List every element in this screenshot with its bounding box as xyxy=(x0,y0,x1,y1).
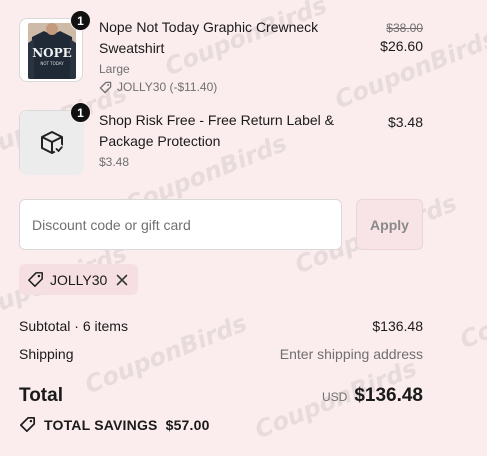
thumbnail-text: NOPE xyxy=(32,46,72,60)
item-price: $3.48 xyxy=(387,114,423,130)
subtotal-row: Subtotal · 6 items $136.48 xyxy=(19,318,423,334)
apply-button[interactable]: Apply xyxy=(356,199,423,250)
total-price: USD $136.48 xyxy=(322,385,423,407)
item-title: Nope Not Today Graphic Crewneck Sweatshi… xyxy=(99,19,319,56)
savings-value: $57.00 xyxy=(165,416,210,433)
line-item: NOPE NOT TODAY 1 Nope Not Today Graphic … xyxy=(19,10,423,94)
product-thumbnail: NOPE NOT TODAY 1 xyxy=(19,10,91,82)
shipping-label: Shipping xyxy=(19,346,74,362)
shipping-row: Shipping Enter shipping address xyxy=(19,346,423,362)
tag-icon xyxy=(28,272,43,287)
item-discount-label: JOLLY30 (-$11.40) xyxy=(117,80,218,94)
package-check-icon xyxy=(41,131,64,154)
item-variant: Large xyxy=(99,62,130,76)
subtotal-value: $136.48 xyxy=(372,318,423,334)
subtotal-label: Subtotal · 6 items xyxy=(19,318,128,334)
applied-discount-chip: JOLLY30 xyxy=(19,264,139,295)
tag-icon xyxy=(99,81,112,93)
item-discount: JOLLY30 (-$11.40) xyxy=(99,80,339,94)
total-label: Total xyxy=(19,385,63,406)
watermark: CouponBirds xyxy=(456,263,487,355)
total-currency: USD xyxy=(321,390,348,404)
applied-discount-code: JOLLY30 xyxy=(50,271,108,288)
product-thumbnail: 1 xyxy=(19,102,91,175)
line-item: 1 Shop Risk Free - Free Return Label & P… xyxy=(19,102,423,176)
total-row: Total USD $136.48 xyxy=(19,385,423,407)
close-icon[interactable] xyxy=(116,274,128,286)
sweatshirt-image: NOPE NOT TODAY xyxy=(28,23,76,79)
quantity-badge: 1 xyxy=(70,10,91,31)
item-variant: $3.48 xyxy=(99,155,130,169)
total-value: $136.48 xyxy=(354,385,423,406)
shipping-value: Enter shipping address xyxy=(279,346,423,362)
total-savings: TOTAL SAVINGS $57.00 xyxy=(19,416,210,433)
quantity-badge: 1 xyxy=(70,102,91,123)
discount-code-input[interactable] xyxy=(19,199,342,250)
savings-label: TOTAL SAVINGS xyxy=(44,416,158,433)
tag-icon xyxy=(19,416,36,433)
item-price: $26.60 xyxy=(380,38,423,54)
item-title: Shop Risk Free - Free Return Label & Pac… xyxy=(99,112,334,149)
thumbnail-subtext: NOT TODAY xyxy=(40,61,64,66)
original-price: $38.00 xyxy=(386,21,423,35)
discount-form: Apply xyxy=(19,199,423,250)
